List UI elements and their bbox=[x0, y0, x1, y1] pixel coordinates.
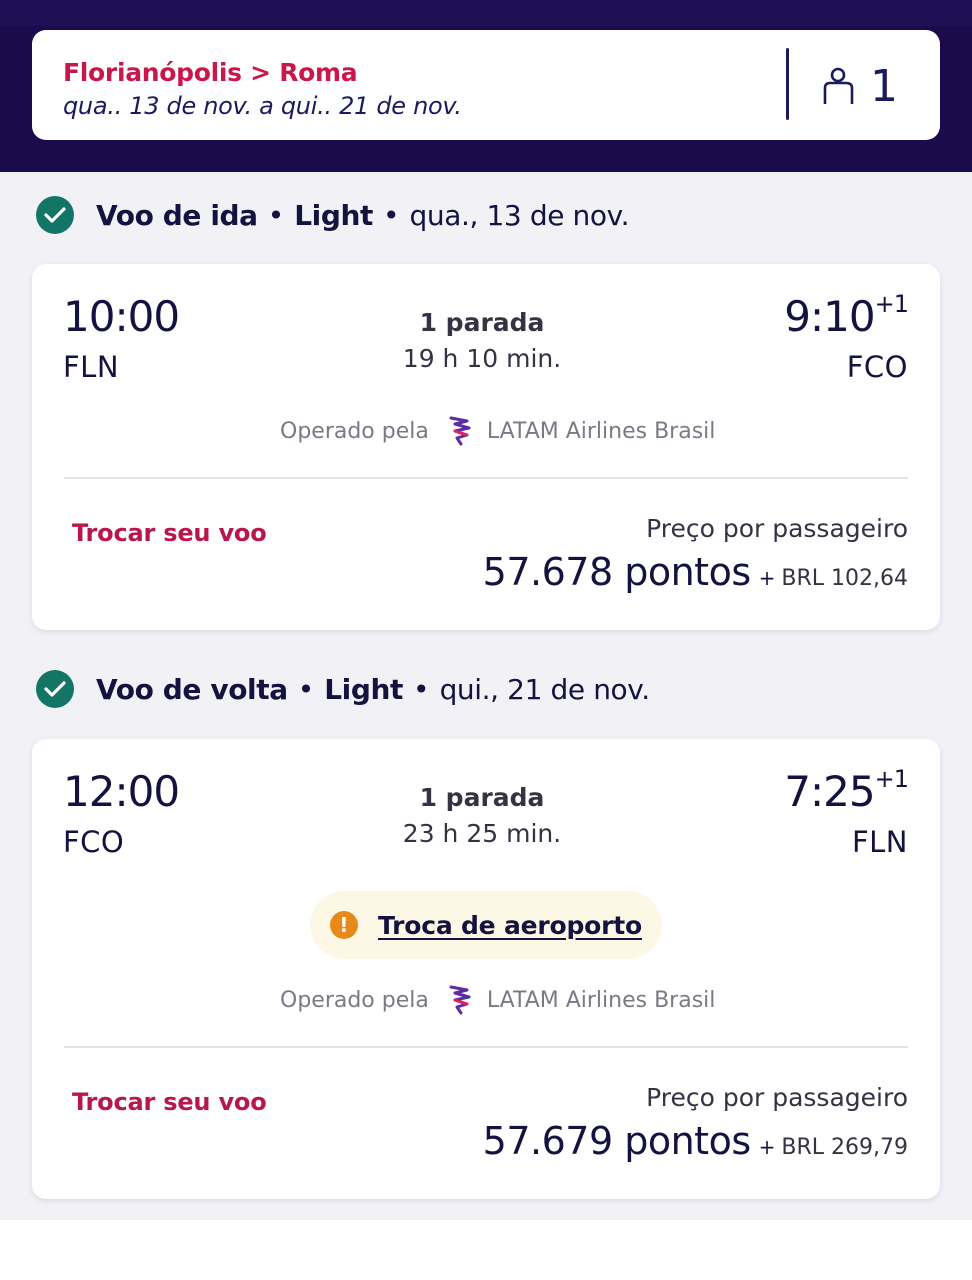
separator-dot: • bbox=[267, 198, 285, 232]
card-divider bbox=[64, 477, 908, 479]
flight-date: qui., 21 de nov. bbox=[439, 672, 651, 706]
travel-dates: qua.. 13 de nov. a qui.. 21 de nov. bbox=[63, 92, 462, 120]
check-icon bbox=[36, 670, 74, 708]
fare-name: Light bbox=[324, 672, 404, 706]
arrival-time: 7:25+1 bbox=[784, 765, 909, 816]
price-points: 57.679 pontos bbox=[482, 1119, 751, 1163]
search-summary-card[interactable]: Florianópolis > Roma qua.. 13 de nov. a … bbox=[32, 30, 940, 140]
operated-by-label: Operado pela bbox=[280, 987, 429, 1013]
departure-airport: FLN bbox=[63, 350, 120, 384]
passenger-selector[interactable]: 1 bbox=[822, 58, 922, 114]
arrival-time: 9:10+1 bbox=[784, 290, 909, 341]
arrival-time-value: 7:25 bbox=[784, 767, 875, 816]
price-points: 57.678 pontos bbox=[482, 550, 751, 594]
latam-logo-icon bbox=[449, 985, 471, 1015]
operated-by-label: Operado pela bbox=[280, 418, 429, 444]
price: 57.679 pontos + BRL 269,79 bbox=[483, 1119, 908, 1163]
outbound-flight-card[interactable]: 10:00 FLN 1 parada 19 h 10 min. 9:10+1 F… bbox=[32, 264, 940, 630]
operator-name: LATAM Airlines Brasil bbox=[486, 418, 716, 444]
operated-by: Operado pela LATAM Airlines Brasil bbox=[280, 414, 715, 448]
stops-count: 1 parada bbox=[419, 783, 545, 812]
price-cash: BRL 102,64 bbox=[781, 566, 908, 591]
status-bar-area bbox=[0, 0, 972, 26]
flight-date: qua., 13 de nov. bbox=[409, 198, 630, 232]
card-divider bbox=[64, 1046, 908, 1048]
arrival-airport: FLN bbox=[851, 825, 908, 859]
person-icon bbox=[823, 67, 854, 104]
divider bbox=[786, 48, 789, 120]
inbound-flight-card[interactable]: 12:00 FCO 1 parada 23 h 25 min. 7:25+1 F… bbox=[32, 739, 940, 1199]
day-offset: +1 bbox=[874, 765, 909, 793]
outbound-section-header: Voo de ida • Light • qua., 13 de nov. bbox=[36, 195, 630, 235]
arrival-airport: FCO bbox=[846, 350, 908, 384]
inbound-section-header: Voo de volta • Light • qui., 21 de nov. bbox=[36, 669, 650, 709]
stops-count: 1 parada bbox=[419, 308, 545, 337]
airport-change-warning[interactable]: ! Troca de aeroporto bbox=[310, 891, 662, 959]
departure-time: 10:00 bbox=[63, 292, 180, 341]
separator-dot: • bbox=[297, 672, 315, 706]
price-label: Preço por passageiro bbox=[646, 1083, 908, 1112]
separator-dot: • bbox=[383, 198, 400, 232]
arrival-time-value: 9:10 bbox=[784, 292, 875, 341]
passenger-count: 1 bbox=[870, 60, 898, 112]
check-icon bbox=[36, 196, 74, 234]
price-plus: + bbox=[758, 566, 776, 590]
change-flight-link[interactable]: Trocar seu voo bbox=[72, 1088, 267, 1116]
price-label: Preço por passageiro bbox=[646, 514, 908, 543]
operated-by: Operado pela LATAM Airlines Brasil bbox=[280, 983, 715, 1017]
day-offset: +1 bbox=[874, 290, 909, 318]
departure-airport: FCO bbox=[63, 825, 125, 859]
route-title: Florianópolis > Roma bbox=[63, 58, 358, 87]
flight-duration: 19 h 10 min. bbox=[402, 344, 562, 373]
flight-duration: 23 h 25 min. bbox=[402, 819, 562, 848]
operator-name: LATAM Airlines Brasil bbox=[486, 987, 716, 1013]
separator-dot: • bbox=[413, 672, 430, 706]
price: 57.678 pontos + BRL 102,64 bbox=[483, 550, 908, 594]
fare-name: Light bbox=[294, 198, 374, 232]
section-title: Voo de ida bbox=[96, 198, 258, 232]
latam-logo-icon bbox=[449, 416, 471, 446]
price-cash: BRL 269,79 bbox=[781, 1135, 908, 1160]
departure-time: 12:00 bbox=[63, 767, 180, 816]
airport-change-link[interactable]: Troca de aeroporto bbox=[378, 911, 642, 940]
warning-icon: ! bbox=[329, 911, 358, 939]
change-flight-link[interactable]: Trocar seu voo bbox=[72, 519, 267, 547]
section-title: Voo de volta bbox=[96, 672, 288, 706]
price-plus: + bbox=[758, 1135, 776, 1159]
